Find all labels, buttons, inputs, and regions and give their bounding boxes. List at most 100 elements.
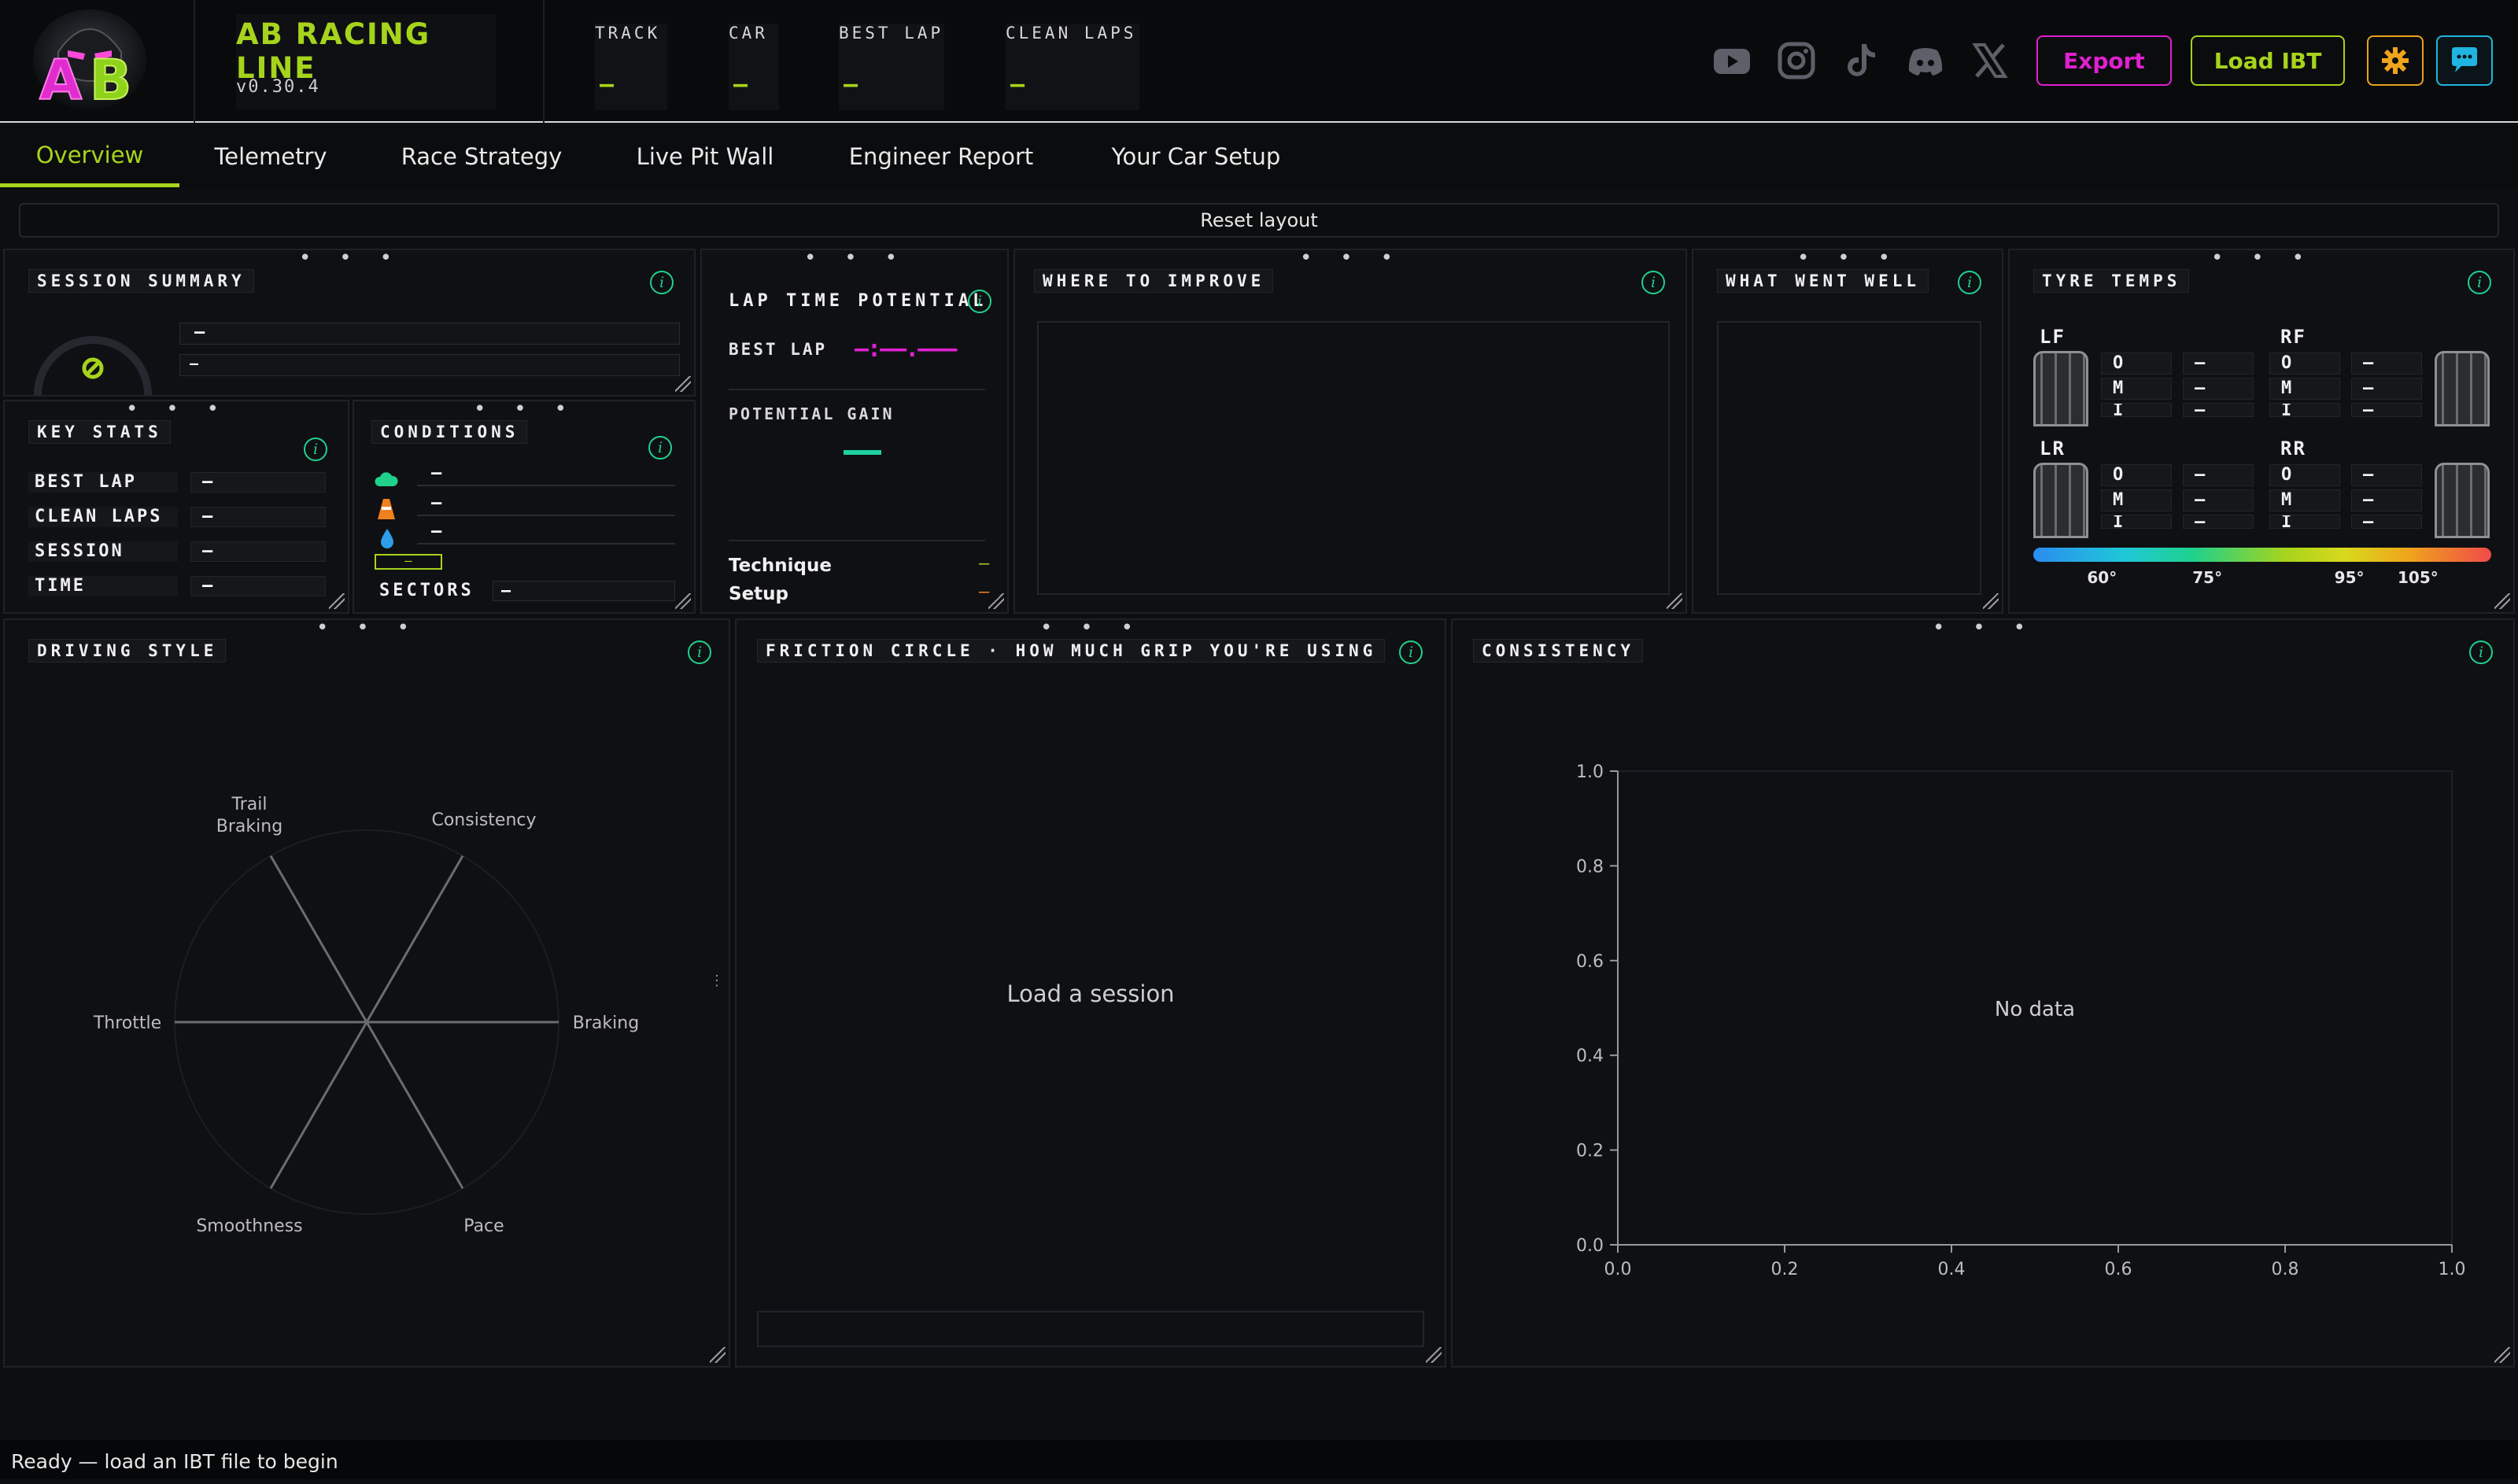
x-tick-label: 0.2 xyxy=(1771,1260,1799,1279)
tyre-rr-i-value: — xyxy=(2351,515,2422,529)
tab-race-strategy[interactable]: Race Strategy xyxy=(378,126,585,187)
resize-handle[interactable] xyxy=(988,593,1004,609)
info-icon[interactable]: i xyxy=(2469,640,2493,664)
track-label: TRACK xyxy=(595,24,661,42)
tyre-rr-o-value: — xyxy=(2351,464,2422,486)
tab-engineer-report[interactable]: Engineer Report xyxy=(825,126,1058,187)
x-tick-label: 0.0 xyxy=(1604,1260,1632,1279)
info-icon[interactable]: i xyxy=(968,290,991,313)
drag-handle[interactable]: • • • xyxy=(5,399,348,419)
y-tick-label: 0.8 xyxy=(1576,857,1604,877)
tyre-lf-o-label: O xyxy=(2101,353,2172,375)
resize-handle[interactable] xyxy=(675,376,691,392)
chart-empty-message: No data xyxy=(1995,998,2075,1021)
status-bar: Ready — load an IBT file to begin xyxy=(0,1440,2518,1479)
drag-handle[interactable]: • • • xyxy=(354,399,694,419)
panel-title: TYRE TEMPS xyxy=(2033,269,2190,293)
cloud-icon xyxy=(375,472,398,486)
y-tick-label: 0.2 xyxy=(1576,1142,1604,1161)
stat-value: — xyxy=(190,507,326,527)
tyre-rr-m-label: M xyxy=(2269,489,2340,511)
stat-label: SESSION xyxy=(28,541,178,562)
clean-laps-label: CLEAN LAPS xyxy=(1006,24,1137,42)
tyre-lr-m-label: M xyxy=(2101,489,2172,511)
stat-value: — xyxy=(190,472,326,493)
resize-handle[interactable] xyxy=(329,593,345,609)
drag-handle[interactable]: • • • xyxy=(1693,248,2002,268)
resize-handle[interactable] xyxy=(2494,1347,2510,1363)
divider xyxy=(729,389,985,390)
tyre-label-rf: RF xyxy=(2280,326,2306,348)
tab-overview[interactable]: Overview xyxy=(0,126,179,187)
driving-style-panel: • • • DRIVING STYLE i Consistency Braking… xyxy=(3,618,730,1368)
stat-label: CLEAN LAPS xyxy=(28,507,178,527)
export-button[interactable]: Export xyxy=(2036,35,2172,86)
instagram-icon[interactable] xyxy=(1777,41,1816,80)
chat-button[interactable] xyxy=(2436,35,2493,86)
potential-gain-value: — xyxy=(844,450,881,455)
clean-laps-value: — xyxy=(1010,71,1025,98)
top-bar: A B AB RACING LINE v0.30.4 TRACK — CAR —… xyxy=(0,0,2518,123)
discord-icon[interactable] xyxy=(1906,41,1945,80)
tyre-rr-graphic xyxy=(2435,463,2490,538)
condition-value-sky: — xyxy=(417,465,675,486)
svg-text:A: A xyxy=(39,48,82,113)
info-icon[interactable]: i xyxy=(650,271,674,294)
info-icon[interactable]: i xyxy=(304,437,327,461)
tab-your-car-setup[interactable]: Your Car Setup xyxy=(1089,126,1303,187)
panel-title: FRICTION CIRCLE · HOW MUCH GRIP YOU'RE U… xyxy=(757,639,1386,663)
radar-axis-label: Throttle xyxy=(93,1013,161,1033)
friction-lap-selector[interactable] xyxy=(757,1311,1424,1347)
splitter-handle[interactable]: ⋮ xyxy=(710,973,724,989)
resize-handle[interactable] xyxy=(1667,593,1682,609)
info-icon[interactable]: i xyxy=(2468,271,2491,294)
load-ibt-button[interactable]: Load IBT xyxy=(2191,35,2345,86)
drag-handle[interactable]: • • • xyxy=(5,248,694,268)
x-icon[interactable] xyxy=(1970,41,2010,80)
brand-block: AB RACING LINE v0.30.4 xyxy=(236,14,496,109)
chat-icon xyxy=(2452,47,2477,72)
info-icon[interactable]: i xyxy=(648,436,672,460)
radar-axis-label: Braking xyxy=(573,1013,639,1033)
radar-axis xyxy=(269,1021,368,1190)
drag-handle[interactable]: • • • xyxy=(1015,248,1685,268)
info-icon[interactable]: i xyxy=(1641,271,1665,294)
session-summary-panel: • • • SESSION SUMMARY i — — xyxy=(3,248,696,397)
drag-handle[interactable]: • • • xyxy=(737,618,1445,638)
drag-handle[interactable]: • • • xyxy=(702,248,1007,268)
resize-handle[interactable] xyxy=(2494,593,2510,609)
header-stat-best-lap: BEST LAP — xyxy=(839,24,944,110)
best-lap-label: BEST LAP xyxy=(729,340,828,359)
resize-handle[interactable] xyxy=(1983,593,1999,609)
settings-button[interactable] xyxy=(2367,35,2424,86)
tyre-rf-o-value: — xyxy=(2351,353,2422,375)
drag-handle[interactable]: • • • xyxy=(5,618,729,638)
score-gauge xyxy=(34,336,152,396)
info-icon[interactable]: i xyxy=(688,640,711,664)
drag-handle[interactable]: • • • xyxy=(2010,248,2513,268)
radar-axis xyxy=(269,855,368,1023)
tab-live-pit-wall[interactable]: Live Pit Wall xyxy=(618,126,792,187)
resize-handle[interactable] xyxy=(675,593,691,609)
panel-title: CONDITIONS xyxy=(371,420,528,444)
header-stat-clean-laps: CLEAN LAPS — xyxy=(1006,24,1139,110)
info-icon[interactable]: i xyxy=(1958,271,1981,294)
x-tick-label: 0.6 xyxy=(2105,1260,2132,1279)
tyre-rf-m-value: — xyxy=(2351,378,2422,400)
summary-row-1: — xyxy=(179,323,680,345)
radar-axis xyxy=(365,855,464,1023)
reset-layout-button[interactable]: Reset layout xyxy=(19,203,2499,238)
youtube-icon[interactable] xyxy=(1712,41,1752,80)
drag-handle[interactable]: • • • xyxy=(1453,618,2513,638)
car-value: — xyxy=(733,71,748,98)
tab-telemetry[interactable]: Telemetry xyxy=(195,126,346,187)
lap-time-potential-panel: • • • LAP TIME POTENTIAL i BEST LAP —:——… xyxy=(700,248,1009,614)
tiktok-icon[interactable] xyxy=(1841,41,1881,80)
key-stats-panel: • • • KEY STATS i BEST LAP — CLEAN LAPS … xyxy=(3,399,349,614)
panel-title: WHERE TO IMPROVE xyxy=(1034,269,1274,293)
consistency-panel: • • • CONSISTENCY i 0.0 0.2 0.4 0.6 0.8 1.0 0.… xyxy=(1451,618,2515,1368)
resize-handle[interactable] xyxy=(710,1347,725,1363)
x-tick-label: 1.0 xyxy=(2439,1260,2466,1279)
info-icon[interactable]: i xyxy=(1399,640,1423,664)
resize-handle[interactable] xyxy=(1426,1347,1442,1363)
